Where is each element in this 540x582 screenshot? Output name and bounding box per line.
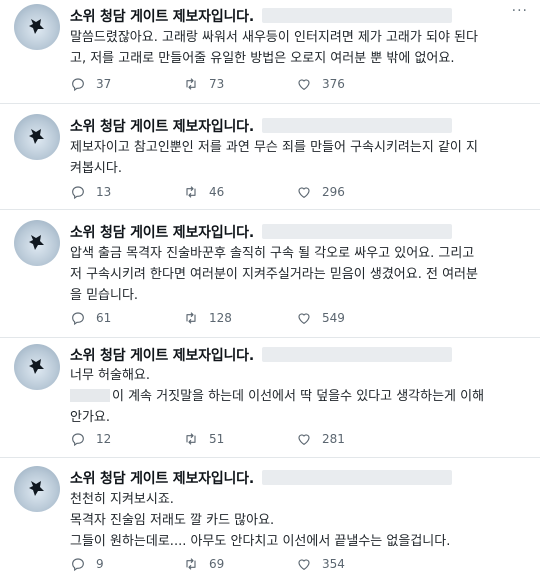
like-count: 376 bbox=[322, 77, 345, 91]
author-name[interactable]: 소위 청담 게이트 제보자입니다. bbox=[70, 468, 254, 488]
retweet-button[interactable]: 128 bbox=[183, 310, 232, 326]
tweet[interactable]: 소위 청담 게이트 제보자입니다. 너무 허술해요. 이 계속 거짓말을 하는데… bbox=[0, 338, 540, 458]
like-button[interactable]: 296 bbox=[296, 184, 345, 200]
tweet[interactable]: 소위 청담 게이트 제보자입니다. 제보자이고 참고인뿐인 저를 과연 무슨 죄… bbox=[0, 104, 540, 210]
moon-silhouette-icon bbox=[29, 235, 44, 250]
retweet-icon bbox=[186, 558, 196, 570]
reply-icon bbox=[72, 78, 84, 92]
author-name[interactable]: 소위 청담 게이트 제보자입니다. bbox=[70, 116, 254, 136]
like-count: 281 bbox=[322, 432, 345, 446]
handle-redacted bbox=[262, 470, 452, 485]
retweet-icon bbox=[186, 433, 196, 445]
retweet-count: 128 bbox=[209, 311, 232, 325]
reply-button[interactable]: 9 bbox=[70, 556, 104, 572]
retweet-button[interactable]: 46 bbox=[183, 184, 224, 200]
reply-button[interactable]: 12 bbox=[70, 431, 111, 447]
reply-count: 12 bbox=[96, 432, 112, 446]
reply-icon bbox=[72, 433, 84, 447]
handle-redacted bbox=[262, 347, 452, 362]
like-button[interactable]: 281 bbox=[296, 431, 345, 447]
like-count: 354 bbox=[322, 557, 345, 571]
avatar[interactable] bbox=[14, 220, 60, 266]
tweet[interactable]: 소위 청담 게이트 제보자입니다. 천천히 지켜보시죠. 목격자 진술임 저래도… bbox=[0, 458, 540, 582]
handle-redacted bbox=[262, 118, 452, 133]
retweet-icon bbox=[186, 312, 196, 324]
tweet-actions: 61 128 549 bbox=[70, 310, 490, 328]
handle-redacted bbox=[262, 8, 452, 23]
tweet[interactable]: 소위 청담 게이트 제보자입니다. 압색 출금 목격자 진술바꾼후 솔직히 구속… bbox=[0, 210, 540, 338]
reply-count: 61 bbox=[96, 311, 112, 325]
redacted-name bbox=[70, 389, 110, 402]
like-count: 296 bbox=[322, 185, 345, 199]
tweet-text: 천천히 지켜보시죠. 목격자 진술임 저래도 깔 카드 많아요. 그들이 원하는… bbox=[70, 492, 451, 549]
retweet-button[interactable]: 51 bbox=[183, 431, 224, 447]
moon-silhouette-icon bbox=[29, 359, 44, 374]
reply-count: 13 bbox=[96, 185, 112, 199]
retweet-count: 51 bbox=[209, 432, 225, 446]
reply-icon bbox=[72, 186, 84, 200]
reply-count: 37 bbox=[96, 77, 112, 91]
heart-icon bbox=[298, 79, 310, 90]
like-button[interactable]: 549 bbox=[296, 310, 345, 326]
reply-count: 9 bbox=[96, 557, 104, 571]
author-name[interactable]: 소위 청담 게이트 제보자입니다. bbox=[70, 222, 254, 242]
reply-button[interactable]: 37 bbox=[70, 76, 111, 92]
reply-button[interactable]: 61 bbox=[70, 310, 111, 326]
moon-silhouette-icon bbox=[29, 481, 44, 496]
tweet-text: 너무 허술해요. 이 계속 거짓말을 하는데 이선에서 딱 덮을수 있다고 생각… bbox=[70, 368, 485, 425]
heart-icon bbox=[298, 313, 310, 324]
reply-icon bbox=[72, 558, 84, 572]
retweet-count: 73 bbox=[209, 77, 225, 91]
author-name[interactable]: 소위 청담 게이트 제보자입니다. bbox=[70, 345, 254, 365]
reply-button[interactable]: 13 bbox=[70, 184, 111, 200]
moon-silhouette-icon bbox=[29, 19, 44, 34]
tweet-actions: 9 69 354 bbox=[70, 556, 490, 574]
tweet[interactable]: 소위 청담 게이트 제보자입니다. ··· 말씀드렸잖아요. 고래랑 싸워서 새… bbox=[0, 0, 540, 104]
like-button[interactable]: 354 bbox=[296, 556, 345, 572]
author-name[interactable]: 소위 청담 게이트 제보자입니다. bbox=[70, 6, 254, 26]
avatar[interactable] bbox=[14, 466, 60, 512]
like-count: 549 bbox=[322, 311, 345, 325]
retweet-count: 46 bbox=[209, 185, 225, 199]
retweet-count: 69 bbox=[209, 557, 225, 571]
retweet-icon bbox=[186, 186, 196, 198]
avatar[interactable] bbox=[14, 4, 60, 50]
tweet-actions: 37 73 376 bbox=[70, 76, 490, 94]
tweet-text: 압색 출금 목격자 진술바꾼후 솔직히 구속 될 각오로 싸우고 있어요. 그리… bbox=[70, 246, 478, 303]
handle-redacted bbox=[262, 224, 452, 239]
avatar[interactable] bbox=[14, 114, 60, 160]
heart-icon bbox=[298, 434, 310, 445]
retweet-icon bbox=[186, 78, 196, 90]
tweet-text: 제보자이고 참고인뿐인 저를 과연 무슨 죄를 만들어 구속시키려는지 같이 지… bbox=[70, 140, 478, 176]
avatar[interactable] bbox=[14, 344, 60, 390]
reply-icon bbox=[72, 312, 84, 326]
tweet-feed: 소위 청담 게이트 제보자입니다. ··· 말씀드렸잖아요. 고래랑 싸워서 새… bbox=[0, 0, 540, 582]
tweet-text: 말씀드렸잖아요. 고래랑 싸워서 새우등이 인터지려면 제가 고래가 되야 된다… bbox=[70, 30, 478, 66]
retweet-button[interactable]: 73 bbox=[183, 76, 224, 92]
tweet-actions: 13 46 296 bbox=[70, 184, 490, 202]
heart-icon bbox=[298, 559, 310, 570]
heart-icon bbox=[298, 187, 310, 198]
retweet-button[interactable]: 69 bbox=[183, 556, 224, 572]
more-icon[interactable]: ··· bbox=[512, 3, 528, 19]
moon-silhouette-icon bbox=[29, 129, 44, 144]
tweet-actions: 12 51 281 bbox=[70, 431, 490, 449]
like-button[interactable]: 376 bbox=[296, 76, 345, 92]
